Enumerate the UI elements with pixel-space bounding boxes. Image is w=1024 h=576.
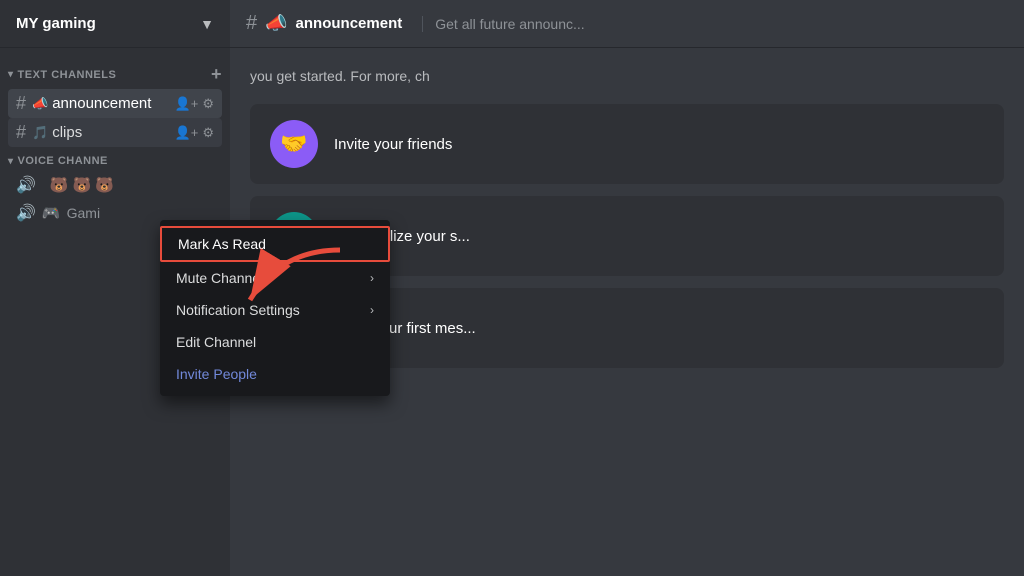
sidebar: MY gaming ▼ ▾ TEXT CHANNELS + # 📣 announ… [0, 0, 230, 576]
mark-as-read-label: Mark As Read [178, 236, 266, 252]
channel-header-name: announcement [296, 15, 403, 32]
channel-header-hash-icon: # [246, 12, 257, 35]
voice-avatar-3: 🐻 [95, 176, 114, 194]
hash-icon-clips: # [16, 122, 26, 143]
speaker-icon-2: 🔊 [16, 203, 36, 223]
speaker-icon: 🔊 [16, 175, 36, 195]
expand-voice-icon: ▾ [8, 156, 14, 167]
channel-item-announcement[interactable]: # 📣 announcement 👤+ ⚙ [8, 89, 222, 118]
channel-header-megaphone-icon: 📣 [265, 13, 287, 34]
voice-channels-section: ▾ VOICE CHANNE 🔊 🐻 🐻 🐻 🔊 🎮 Gami [0, 155, 230, 227]
welcome-intro-text: you get started. For more, ch [250, 68, 1004, 84]
hash-icon: # [16, 93, 26, 114]
music-icon: 🎵 [32, 125, 48, 141]
invite-friends-icon: 🤝 [270, 120, 318, 168]
context-menu-edit-channel[interactable]: Edit Channel [160, 326, 390, 358]
context-menu-mute-channel[interactable]: Mute Channel › [160, 262, 390, 294]
voice-users: 🐻 🐻 🐻 [50, 176, 114, 194]
chevron-down-icon: ▼ [200, 16, 214, 32]
server-header[interactable]: MY gaming ▼ [0, 0, 230, 48]
gear-icon[interactable]: ⚙ [202, 96, 214, 112]
invite-friends-text: Invite your friends [334, 136, 452, 153]
notification-settings-label: Notification Settings [176, 302, 300, 318]
voice-channels-label: VOICE CHANNE [18, 155, 108, 167]
channel-name-clips: clips [52, 124, 82, 141]
voice-avatar-2: 🐻 [73, 176, 92, 194]
voice-item-1[interactable]: 🔊 🐻 🐻 🐻 [8, 171, 222, 199]
voice-avatar-1: 🐻 [50, 176, 69, 194]
server-name: MY gaming [16, 15, 200, 32]
channel-actions-announcement: 👤+ ⚙ [175, 96, 214, 112]
context-menu-notification-settings[interactable]: Notification Settings › [160, 294, 390, 326]
edit-channel-label: Edit Channel [176, 334, 256, 350]
channel-item-clips[interactable]: # 🎵 clips 👤+ ⚙ [8, 118, 222, 147]
context-menu-mark-as-read[interactable]: Mark As Read [160, 226, 390, 262]
megaphone-icon: 📣 [32, 96, 48, 112]
arrow-right-icon: › [370, 271, 374, 285]
gamepad-icon: 🎮 [42, 204, 61, 222]
channel-header-description: Get all future announc... [422, 16, 584, 32]
gaming-channel-name: Gami [67, 205, 100, 221]
channel-name-announcement: announcement [52, 95, 151, 112]
add-member-icon[interactable]: 👤+ [175, 96, 199, 112]
add-channel-button[interactable]: + [211, 64, 222, 85]
context-menu-invite-people[interactable]: Invite People [160, 358, 390, 390]
mute-channel-label: Mute Channel [176, 270, 263, 286]
app-layout: MY gaming ▼ ▾ TEXT CHANNELS + # 📣 announ… [0, 0, 1024, 576]
text-channels-header[interactable]: ▾ TEXT CHANNELS + [0, 64, 230, 89]
channel-actions-clips: 👤+ ⚙ [175, 125, 214, 141]
add-member-icon-clips[interactable]: 👤+ [175, 125, 199, 141]
context-menu: Mark As Read Mute Channel › Notification… [160, 220, 390, 396]
text-channels-label: TEXT CHANNELS [18, 69, 117, 81]
invite-people-label: Invite People [176, 366, 257, 382]
expand-icon: ▾ [8, 69, 14, 80]
arrow-right-icon-2: › [370, 303, 374, 317]
voice-channels-header[interactable]: ▾ VOICE CHANNE [0, 155, 230, 171]
welcome-card-invite[interactable]: 🤝 Invite your friends [250, 104, 1004, 184]
gear-icon-clips[interactable]: ⚙ [202, 125, 214, 141]
text-channels-section: ▾ TEXT CHANNELS + # 📣 announcement 👤+ ⚙ … [0, 64, 230, 147]
channel-header: # 📣 announcement Get all future announc.… [230, 0, 1024, 48]
